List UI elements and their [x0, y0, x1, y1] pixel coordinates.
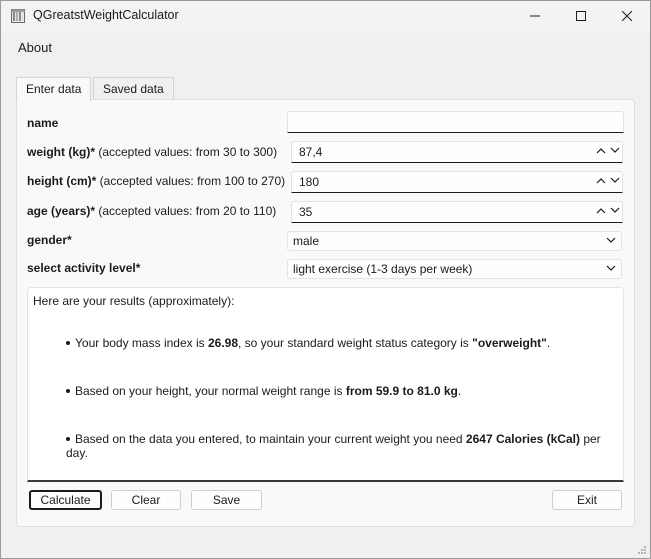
results-area[interactable]: Here are your results (approximately): Y… [27, 287, 624, 482]
age-label: age (years)* (accepted values: from 20 t… [27, 204, 277, 218]
activity-label: select activity level* [27, 261, 141, 275]
minimize-button[interactable] [512, 1, 558, 31]
age-value: 35 [299, 205, 313, 219]
tab-saved-data[interactable]: Saved data [93, 77, 174, 100]
close-button[interactable] [604, 1, 650, 31]
chevron-down-icon[interactable] [610, 177, 620, 184]
height-value: 180 [299, 175, 320, 189]
age-spin-buttons[interactable] [596, 207, 620, 214]
age-spinbox[interactable]: 35 [291, 201, 623, 223]
gender-value: male [293, 234, 320, 248]
tab-enter-data[interactable]: Enter data [16, 77, 92, 101]
chevron-down-icon [606, 265, 616, 271]
result-bmi: Your body mass index is 26.98, so your s… [66, 336, 550, 350]
window-title: QGreatstWeightCalculator [33, 8, 179, 22]
name-label: name [27, 116, 59, 130]
close-icon [622, 11, 632, 21]
height-label: height (cm)* (accepted values: from 100 … [27, 174, 286, 188]
menu-bar: About [1, 31, 650, 65]
weight-spin-buttons[interactable] [596, 147, 620, 154]
result-calories: Based on the data you entered, to mainta… [66, 432, 601, 460]
activity-select[interactable]: light exercise (1-3 days per week) [287, 259, 622, 279]
chevron-up-icon[interactable] [596, 147, 606, 154]
app-window: QGreatstWeightCalculator About Enter dat… [0, 0, 651, 559]
result-weight-range: Based on your height, your normal weight… [66, 384, 461, 398]
bullet-dot [66, 388, 70, 393]
weight-label: weight (kg)* (accepted values: from 30 t… [27, 145, 278, 159]
title-bar[interactable]: QGreatstWeightCalculator [1, 1, 650, 31]
maximize-icon [576, 11, 586, 21]
chevron-down-icon [606, 237, 616, 243]
weight-spinbox[interactable]: 87,4 [291, 141, 623, 163]
resize-grip-icon[interactable] [637, 545, 647, 555]
exit-button[interactable]: Exit [552, 490, 622, 510]
app-icon [11, 9, 25, 23]
chevron-up-icon[interactable] [596, 207, 606, 214]
bullet-dot [66, 340, 70, 345]
height-spinbox[interactable]: 180 [291, 171, 623, 193]
weight-value: 87,4 [299, 145, 323, 159]
gender-select[interactable]: male [287, 231, 622, 251]
chevron-up-icon[interactable] [596, 177, 606, 184]
menu-item-about[interactable]: About [18, 40, 52, 55]
height-spin-buttons[interactable] [596, 177, 620, 184]
minimize-icon [530, 15, 540, 17]
save-button[interactable]: Save [191, 490, 262, 510]
chevron-down-icon[interactable] [610, 207, 620, 214]
bullet-dot [66, 436, 70, 441]
activity-value: light exercise (1-3 days per week) [293, 262, 473, 276]
results-intro: Here are your results (approximately): [33, 294, 235, 308]
clear-button[interactable]: Clear [111, 490, 181, 510]
gender-label: gender* [27, 233, 72, 247]
chevron-down-icon[interactable] [610, 147, 620, 154]
maximize-button[interactable] [558, 1, 604, 31]
calculate-button[interactable]: Calculate [29, 490, 102, 510]
name-input[interactable] [287, 111, 624, 133]
